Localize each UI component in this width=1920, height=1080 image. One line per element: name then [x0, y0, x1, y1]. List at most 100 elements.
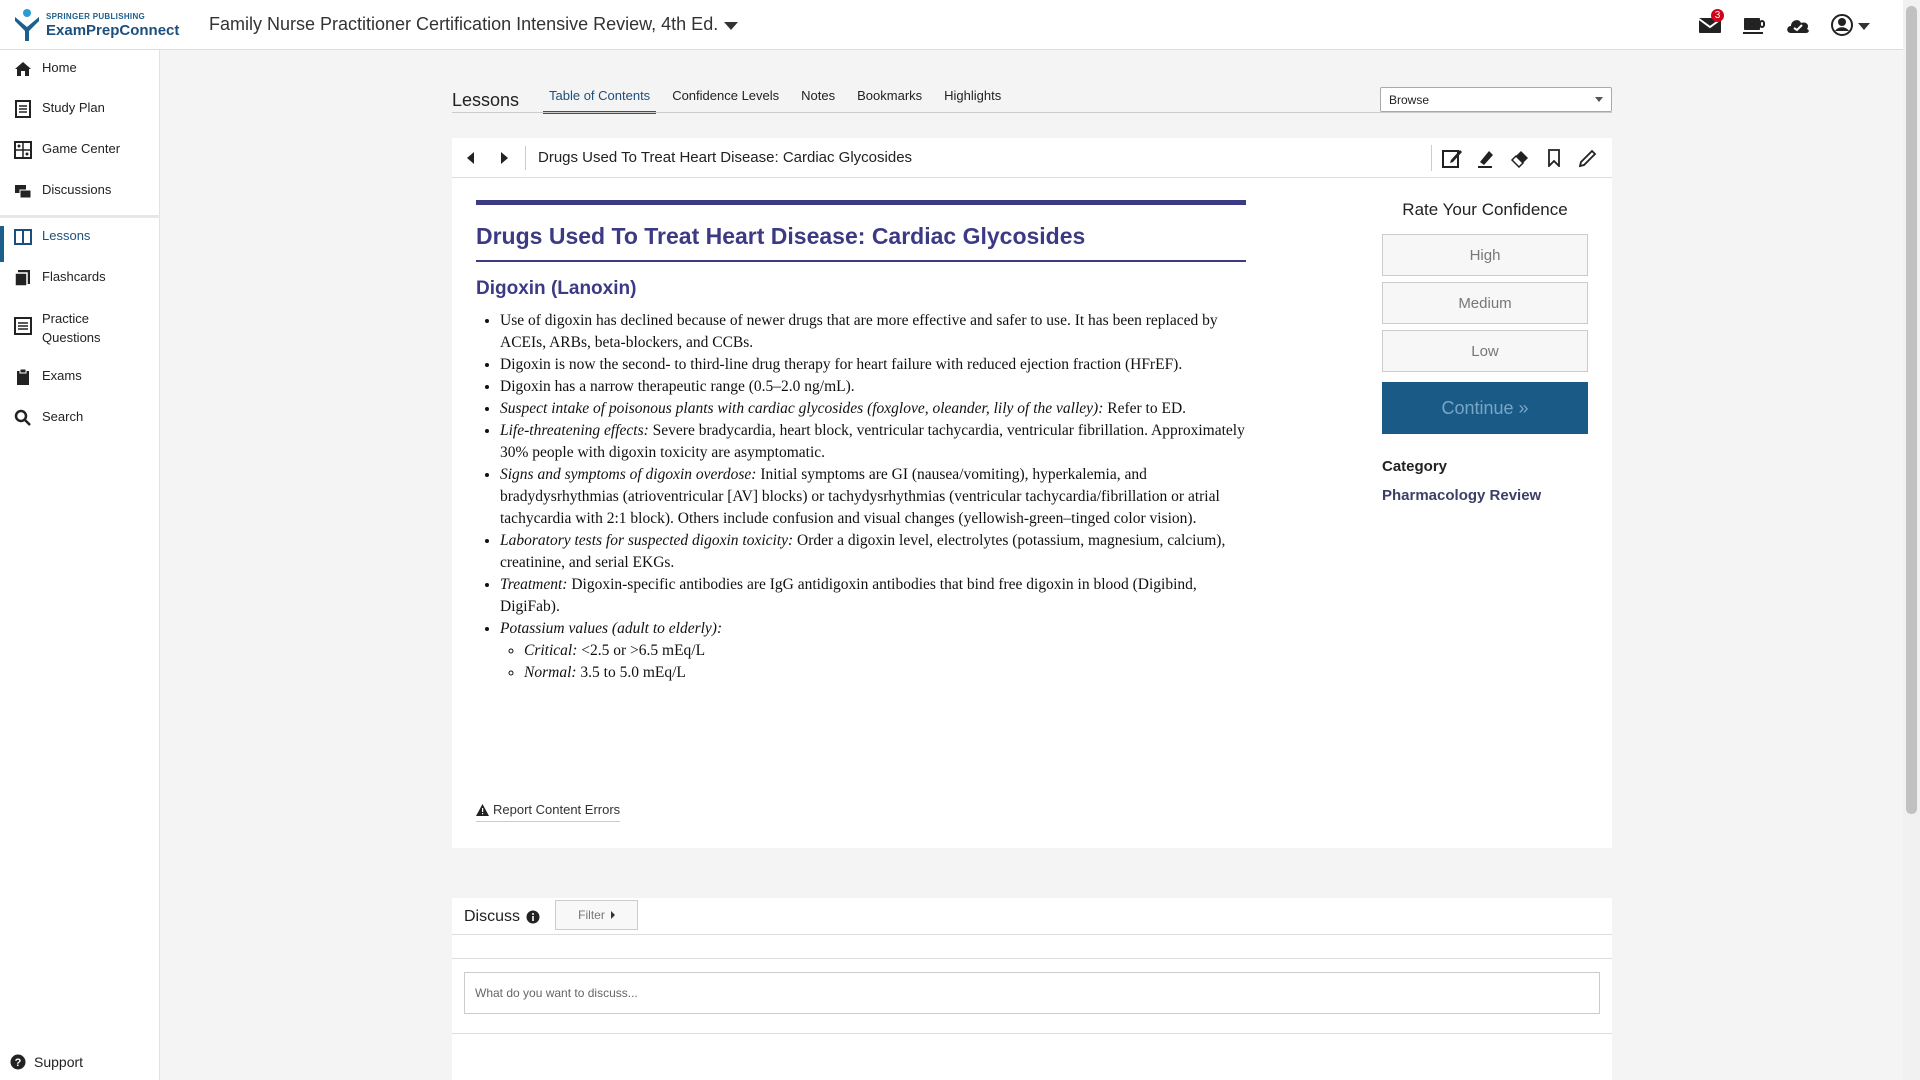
- caret-right-icon: [610, 911, 615, 919]
- book-title-dropdown[interactable]: Family Nurse Practitioner Certification …: [209, 14, 739, 35]
- sidebar-item-exams[interactable]: Exams: [0, 368, 160, 386]
- sidebar-item-label: Game Center: [42, 141, 121, 156]
- browse-select[interactable]: Browse: [1380, 87, 1612, 112]
- toolbar-divider: [1431, 145, 1432, 171]
- tab-table-of-contents[interactable]: Table of Contents: [543, 88, 657, 114]
- discuss-input[interactable]: [464, 972, 1600, 1014]
- tab-bookmarks[interactable]: Bookmarks: [851, 88, 928, 114]
- breadcrumb: Drugs Used To Treat Heart Disease: Cardi…: [538, 149, 913, 166]
- highlighter-icon[interactable]: [1472, 144, 1500, 172]
- logo-name: ExamPrepConnect: [46, 21, 180, 39]
- continue-button[interactable]: Continue »: [1382, 382, 1588, 434]
- caret-down-icon: [724, 21, 739, 30]
- discuss-panel: Discuss Filter: [452, 898, 1612, 1080]
- toolbar-divider: [525, 146, 526, 170]
- category-value: Pharmacology Review: [1382, 487, 1542, 504]
- top-bar: SPRINGER PUBLISHING ExamPrepConnect Fami…: [0, 0, 1903, 50]
- tab-highlights[interactable]: Highlights: [938, 88, 1007, 114]
- lessons-title: Lessons: [452, 90, 520, 110]
- logo[interactable]: SPRINGER PUBLISHING ExamPrepConnect: [12, 7, 179, 43]
- list-item: Potassium values (adult to elderly): Cri…: [500, 618, 1246, 684]
- category-label: Category: [1382, 458, 1448, 475]
- article-list: Use of digoxin has declined because of n…: [476, 310, 1246, 684]
- sidebar-item-lessons[interactable]: Lessons: [0, 226, 160, 262]
- browse-select-value: Browse: [1389, 93, 1430, 107]
- list-item: Digoxin is now the second- to third-line…: [500, 354, 1246, 376]
- info-icon[interactable]: [526, 910, 540, 924]
- bookmark-icon[interactable]: [1540, 144, 1568, 172]
- sidebar-item-home[interactable]: Home: [0, 60, 160, 78]
- cloud-icon[interactable]: [1783, 10, 1813, 40]
- confidence-low-button[interactable]: Low: [1382, 330, 1588, 372]
- article-top-rule: [476, 200, 1246, 205]
- notification-badge: 3: [1711, 9, 1724, 22]
- warning-icon: [476, 803, 489, 816]
- pencil-icon[interactable]: [1574, 144, 1602, 172]
- divider: [452, 1033, 1612, 1034]
- sidebar-item-label: Study Plan: [42, 100, 105, 115]
- flashcards-icon: [14, 270, 30, 287]
- sidebar-item-label: Lessons: [42, 228, 91, 243]
- list-item: Critical: <2.5 or >6.5 mEq/L: [524, 640, 1246, 662]
- article-sublist: Critical: <2.5 or >6.5 mEq/L Normal: 3.5…: [500, 640, 1246, 684]
- discuss-header: Discuss: [464, 908, 540, 926]
- user-account-icon[interactable]: [1827, 10, 1873, 40]
- eraser-icon[interactable]: [1506, 144, 1534, 172]
- practice-questions-icon: [14, 317, 32, 335]
- tabs-divider: [452, 112, 1612, 113]
- scrollbar-thumb[interactable]: [1906, 6, 1917, 814]
- sidebar-item-label: Home: [42, 60, 77, 75]
- study-plan-icon: [15, 100, 31, 118]
- coffee-cup-icon[interactable]: [1739, 10, 1769, 40]
- confidence-title: Rate Your Confidence: [1402, 200, 1568, 219]
- filter-button[interactable]: Filter: [555, 900, 638, 930]
- divider: [452, 934, 1612, 935]
- logo-mark-icon: [15, 9, 39, 41]
- chevron-down-icon: [1595, 97, 1603, 102]
- discussions-icon: [15, 185, 32, 199]
- sidebar: Home Study Plan Game Center Discussions …: [0, 50, 160, 1080]
- list-item: Use of digoxin has declined because of n…: [500, 310, 1246, 354]
- report-content-errors-link[interactable]: Report Content Errors: [476, 802, 621, 822]
- tab-confidence-levels[interactable]: Confidence Levels: [666, 88, 785, 114]
- lesson-panel: Drugs Used To Treat Heart Disease: Cardi…: [452, 138, 1612, 848]
- sidebar-item-study-plan[interactable]: Study Plan: [0, 100, 160, 118]
- list-item: Normal: 3.5 to 5.0 mEq/L: [524, 662, 1246, 684]
- sidebar-item-practice-questions[interactable]: Practice Questions: [0, 309, 110, 347]
- list-item: Signs and symptoms of digoxin overdose: …: [500, 464, 1246, 530]
- sidebar-item-label: Flashcards: [42, 269, 106, 284]
- list-item: Treatment: Digoxin-specific antibodies a…: [500, 574, 1246, 618]
- article-title: Drugs Used To Treat Heart Disease: Cardi…: [476, 223, 1246, 262]
- lesson-article: Drugs Used To Treat Heart Disease: Cardi…: [476, 200, 1246, 684]
- logo-publisher: SPRINGER PUBLISHING: [46, 11, 146, 21]
- lesson-toolbar: Drugs Used To Treat Heart Disease: Cardi…: [452, 138, 1612, 178]
- sidebar-item-game-center[interactable]: Game Center: [0, 141, 160, 159]
- help-icon: ?: [10, 1054, 26, 1070]
- discuss-title: Discuss: [464, 908, 521, 925]
- sidebar-item-discussions[interactable]: Discussions: [0, 182, 160, 200]
- article-subtitle: Digoxin (Lanoxin): [476, 278, 637, 299]
- svg-text:?: ?: [15, 1057, 22, 1069]
- confidence-high-button[interactable]: High: [1382, 234, 1588, 276]
- confidence-panel: Rate Your Confidence High Medium Low Con…: [1382, 200, 1588, 504]
- page-scrollbar[interactable]: [1903, 0, 1920, 1080]
- confidence-medium-button[interactable]: Medium: [1382, 282, 1588, 324]
- sidebar-item-flashcards[interactable]: Flashcards: [0, 269, 160, 287]
- support-link[interactable]: ? Support: [10, 1054, 83, 1070]
- lessons-tabs: Table of Contents Confidence Levels Note…: [543, 88, 1017, 114]
- next-arrow-icon[interactable]: [501, 152, 508, 164]
- sidebar-item-search[interactable]: Search: [0, 409, 160, 427]
- sidebar-item-label: Search: [42, 409, 84, 424]
- divider: [452, 958, 1612, 959]
- previous-arrow-icon[interactable]: [467, 152, 474, 164]
- home-icon: [15, 62, 31, 76]
- sidebar-divider: [0, 215, 160, 218]
- add-note-icon[interactable]: [1438, 144, 1466, 172]
- game-center-icon: [14, 141, 32, 159]
- book-title: Family Nurse Practitioner Certification …: [209, 14, 719, 34]
- clipboard-icon: [17, 368, 29, 385]
- list-item: Suspect intake of poisonous plants with …: [500, 398, 1246, 420]
- tab-notes[interactable]: Notes: [795, 88, 841, 114]
- chevron-down-icon: [1858, 22, 1870, 30]
- mail-icon[interactable]: 3: [1695, 9, 1725, 40]
